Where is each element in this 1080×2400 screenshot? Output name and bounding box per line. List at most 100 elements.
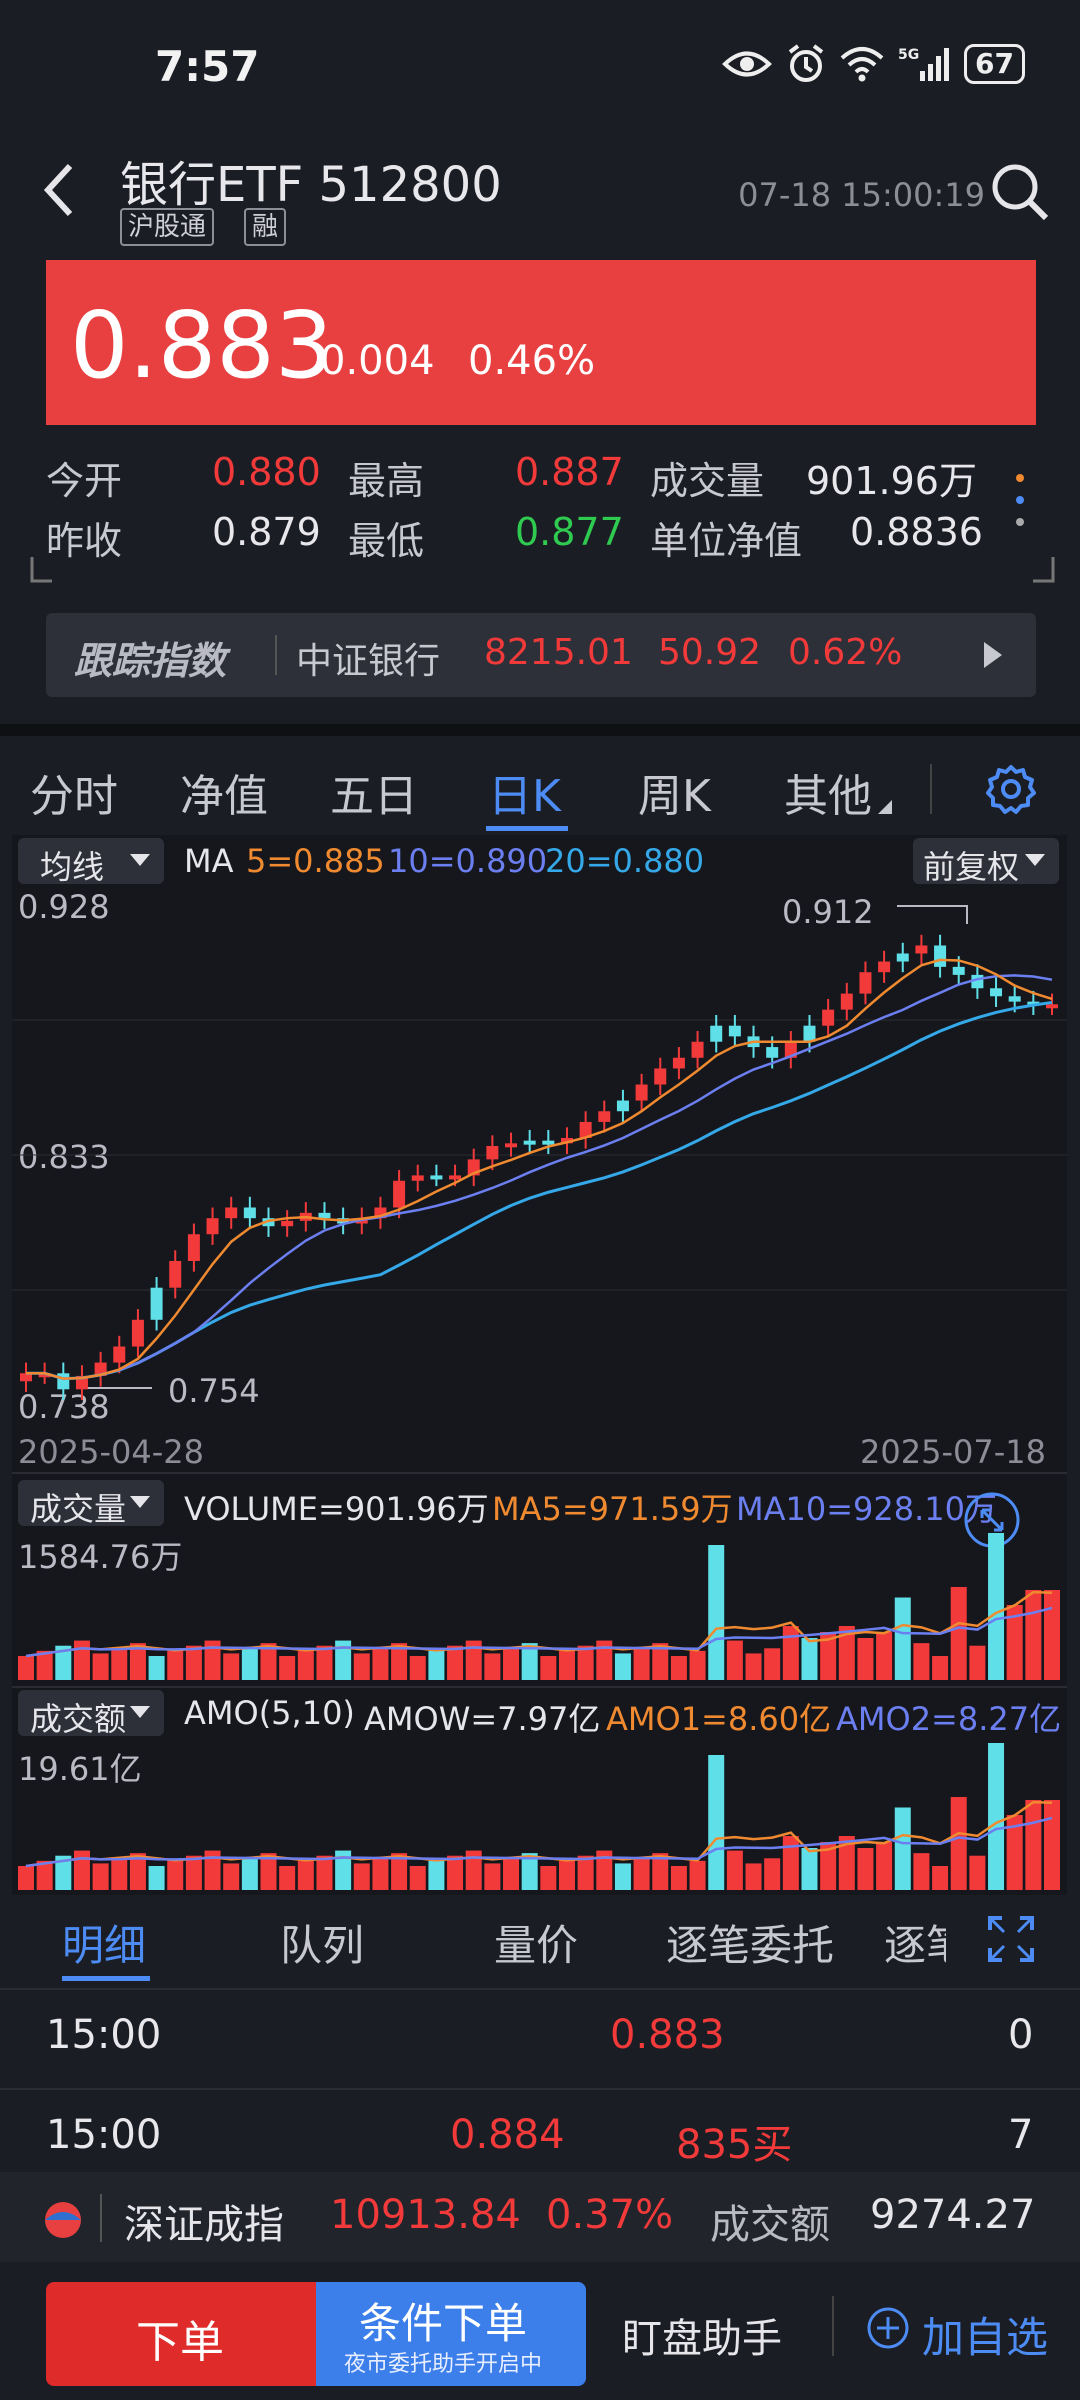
volume-bar: [372, 1648, 389, 1680]
tag-margin: 融: [244, 208, 287, 246]
volume-bar: [73, 1850, 90, 1890]
tab-weekly-k[interactable]: 周K: [638, 760, 711, 824]
candle-body: [486, 1146, 499, 1160]
candle-body: [915, 945, 928, 954]
candle-body: [225, 1207, 238, 1219]
tab-nav[interactable]: 净值: [180, 760, 268, 824]
volume-bar: [950, 1797, 967, 1890]
volume-bar: [297, 1650, 314, 1680]
back-icon[interactable]: [40, 160, 80, 220]
monitor-assistant-button[interactable]: 盯盘助手: [622, 2306, 782, 2364]
tab-tick-by-tick[interactable]: 逐笔: [884, 1912, 946, 1973]
ticker-value: 10913.84: [330, 2192, 521, 2238]
volume-label: 成交量: [650, 459, 765, 503]
candle-body: [896, 953, 909, 962]
volume-value: 901.96万: [806, 459, 977, 503]
volume-bar: [223, 1653, 240, 1680]
expand-corners-icon[interactable]: [30, 555, 1055, 585]
date-start-label: 2025-04-28: [18, 1433, 204, 1471]
volume-bar: [876, 1842, 893, 1890]
volume-bar: [316, 1855, 333, 1890]
candle-body: [654, 1068, 667, 1085]
row-time: 15:00: [46, 2112, 162, 2158]
volume-chart[interactable]: [12, 1520, 1067, 1685]
candle-body: [281, 1220, 294, 1227]
chevron-down-icon: [130, 1706, 150, 1718]
volume-bar: [353, 1863, 370, 1890]
row-time: 15:00: [46, 2012, 162, 2058]
candle-body: [990, 988, 1003, 997]
candle-body: [411, 1175, 424, 1181]
signal-icon: 5G: [898, 47, 950, 81]
order-button[interactable]: 下单: [46, 2282, 316, 2386]
search-icon[interactable]: [988, 160, 1052, 224]
volume-bar: [726, 1850, 743, 1890]
tab-detail[interactable]: 明细: [62, 1912, 146, 1973]
candle-body: [598, 1111, 611, 1122]
volume-bar: [428, 1650, 445, 1680]
tab-order-by-order[interactable]: 逐笔委托: [666, 1912, 834, 1973]
volume-bar: [689, 1860, 706, 1890]
volume-bar: [241, 1858, 258, 1890]
volume-bar: [185, 1645, 202, 1680]
nav-value: 0.8836: [850, 510, 983, 554]
expand-icon[interactable]: [988, 1916, 1034, 1962]
tab-volume-price[interactable]: 量价: [494, 1912, 578, 1973]
volume-bar: [484, 1863, 501, 1890]
alarm-icon: [788, 44, 824, 82]
add-watchlist-button[interactable]: 加自选: [922, 2304, 1048, 2365]
volume-bar: [167, 1860, 184, 1890]
candle-body: [430, 1175, 443, 1180]
tab-other[interactable]: 其他: [784, 760, 872, 824]
tracking-index-value: 8215.01: [484, 632, 633, 673]
volume-bar: [111, 1858, 128, 1890]
ma-label: MA: [184, 842, 234, 880]
volume-bar: [782, 1626, 799, 1680]
candle-body: [1046, 1004, 1058, 1009]
chevron-down-icon: [130, 854, 150, 866]
row-price: 0.883: [610, 2012, 725, 2058]
adjust-dropdown[interactable]: 前复权: [913, 838, 1059, 886]
amo-label: AMO(5,10): [184, 1694, 355, 1732]
quote-datetime: 07-18 15:00:19: [738, 176, 985, 214]
active-tab-underline: [486, 826, 568, 831]
volume-bar: [857, 1638, 874, 1680]
indicator-dropdown[interactable]: 均线: [18, 838, 164, 886]
volume-bar: [689, 1650, 706, 1680]
candle-body: [840, 993, 853, 1010]
low-value: 0.877: [515, 510, 624, 554]
volume-bar: [857, 1848, 874, 1890]
volume-bar: [148, 1656, 165, 1680]
ma10-value: 10=0.890: [388, 842, 548, 880]
candle-body: [859, 972, 872, 994]
ticker-amount: 9274.27: [870, 2192, 1036, 2238]
amount-chart[interactable]: [12, 1730, 1067, 1895]
chevron-down-icon: [130, 1496, 150, 1508]
volume-bar: [409, 1866, 426, 1890]
tab-five-day[interactable]: 五日: [330, 760, 418, 824]
volume-bar: [894, 1597, 911, 1680]
divider: [12, 1472, 1067, 1474]
row-qty: 7: [1008, 2112, 1034, 2158]
candle-body: [113, 1346, 126, 1363]
volume-bar: [428, 1860, 445, 1890]
volume-bar: [279, 1866, 296, 1890]
open-value: 0.880: [212, 450, 321, 494]
tab-queue[interactable]: 队列: [280, 1912, 364, 1973]
conditional-order-button[interactable]: 条件下单 夜市委托助手开启中: [316, 2282, 586, 2386]
more-dots-icon[interactable]: [1008, 470, 1032, 530]
volume-bar: [969, 1645, 986, 1680]
play-arrow-icon[interactable]: [982, 640, 1004, 670]
settings-gear-icon[interactable]: [985, 763, 1037, 815]
volume-bar: [577, 1645, 594, 1680]
divider: [930, 764, 932, 814]
candlestick-chart[interactable]: [12, 880, 1067, 1430]
index-ticker[interactable]: 深证成指 10913.84 0.37% 成交额 9274.27: [0, 2172, 1080, 2262]
last-price: 0.883: [70, 292, 334, 399]
tab-daily-k[interactable]: 日K: [488, 760, 561, 824]
volume-bar: [540, 1656, 557, 1680]
candle-body: [878, 961, 891, 973]
volume-bar: [111, 1648, 128, 1680]
add-circle-icon[interactable]: [866, 2306, 910, 2350]
tab-intraday[interactable]: 分时: [30, 760, 118, 824]
